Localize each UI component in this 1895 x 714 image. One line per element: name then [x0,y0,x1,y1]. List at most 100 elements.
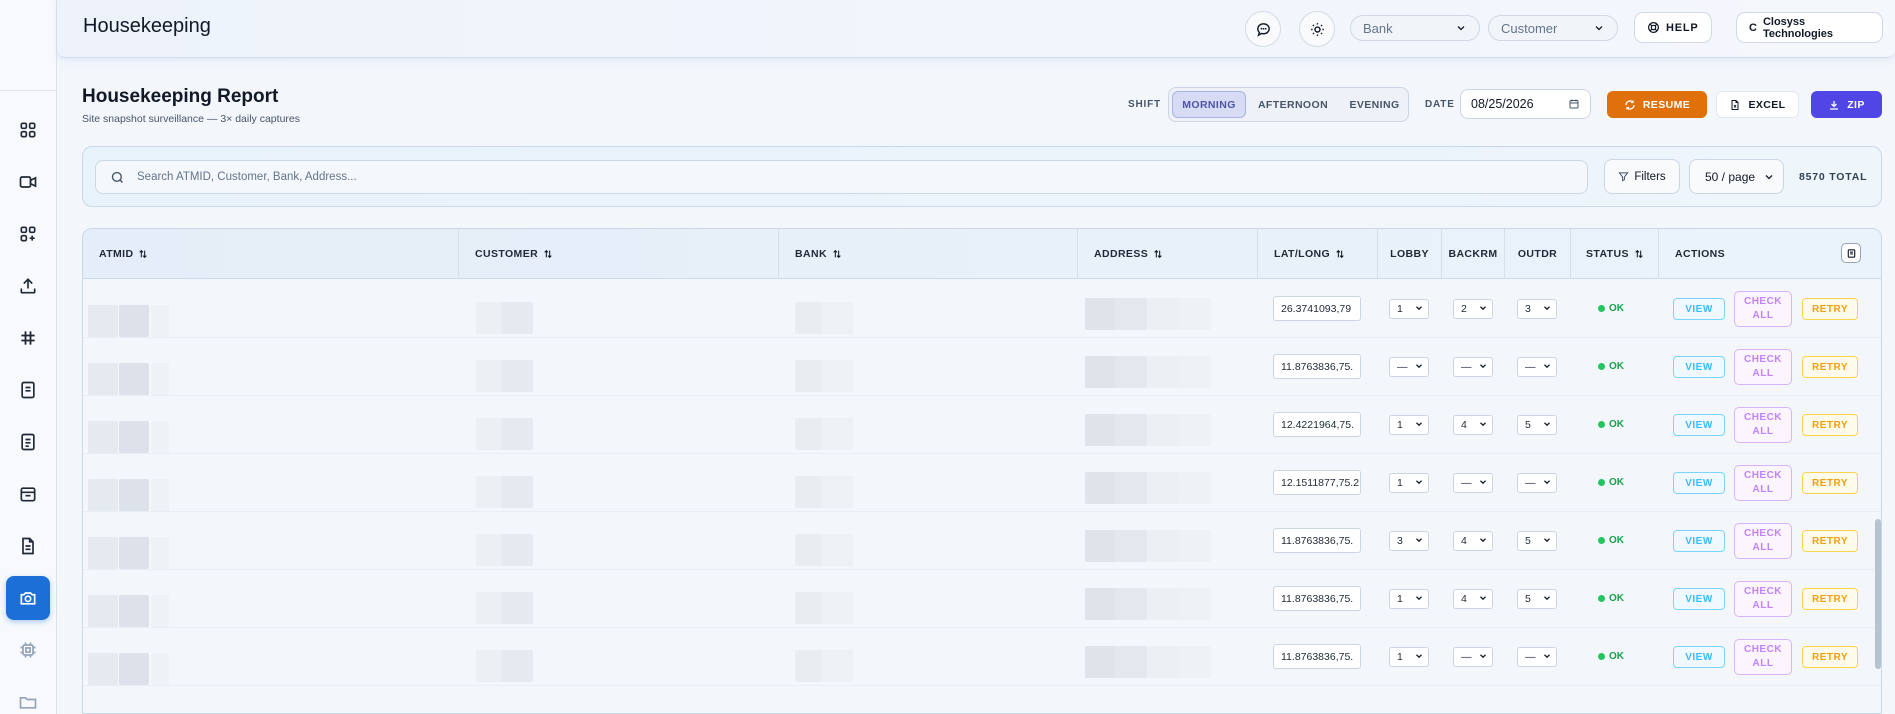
search-input[interactable] [137,171,1537,183]
shift-morning-button[interactable]: MORNING [1172,91,1246,118]
redacted-cell [88,363,118,395]
outdr-select[interactable]: 5 [1517,531,1557,551]
status-dot-icon [1598,305,1605,312]
lobby-select[interactable]: 1 [1389,647,1429,667]
help-label: HELP [1666,21,1699,34]
latlong-field[interactable]: 26.3741093,79 [1273,296,1361,321]
retry-button[interactable]: RETRY [1802,646,1858,668]
check-all-button[interactable]: CHECK ALL [1734,465,1792,501]
apps-add-icon[interactable] [6,212,50,256]
check-all-button[interactable]: CHECK ALL [1734,407,1792,443]
view-button[interactable]: VIEW [1673,472,1725,494]
latlong-field[interactable]: 12.4221964,75. [1273,412,1361,437]
latlong-field[interactable]: 11.8763836,75. [1273,586,1361,611]
redacted-cell [501,534,533,566]
col-latlong[interactable]: LAT/LONG [1258,229,1378,279]
view-button[interactable]: VIEW [1673,298,1725,320]
view-button[interactable]: VIEW [1673,530,1725,552]
backrm-select[interactable]: 2 [1453,299,1493,319]
video-icon[interactable] [6,160,50,204]
col-bank[interactable]: BANK [779,229,1078,279]
backrm-select[interactable]: — [1453,357,1493,377]
lobby-select[interactable]: 3 [1389,531,1429,551]
check-all-button[interactable]: CHECK ALL [1734,639,1792,675]
backrm-select[interactable]: 4 [1453,589,1493,609]
per-page-select[interactable]: 50 / page [1689,159,1784,194]
latlong-field[interactable]: 11.8763836,75. [1273,528,1361,553]
view-label: VIEW [1685,419,1713,431]
calendar-icon[interactable] [6,472,50,516]
col-status[interactable]: STATUS [1571,229,1659,279]
retry-button[interactable]: RETRY [1802,588,1858,610]
search-box[interactable] [95,160,1588,194]
check-all-label: CHECK ALL [1743,412,1783,437]
lobby-select[interactable]: 1 [1389,299,1429,319]
check-all-button[interactable]: CHECK ALL [1734,291,1792,327]
retry-button[interactable]: RETRY [1802,472,1858,494]
date-input[interactable]: 08/25/2026 [1460,89,1591,119]
outdr-select[interactable]: — [1517,473,1557,493]
customer-select[interactable]: Customer [1488,15,1618,41]
status-dot-icon [1598,421,1605,428]
outdr-select[interactable]: — [1517,357,1557,377]
lobby-select[interactable]: — [1389,357,1429,377]
outdr-select[interactable]: 5 [1517,415,1557,435]
lobby-select[interactable]: 1 [1389,589,1429,609]
resume-button[interactable]: RESUME [1607,91,1707,118]
redacted-cell [501,650,533,682]
backrm-select[interactable]: — [1453,647,1493,667]
backrm-select[interactable]: — [1453,473,1493,493]
zip-button[interactable]: ZIP [1811,91,1882,118]
retry-label: RETRY [1811,593,1849,605]
view-button[interactable]: VIEW [1673,588,1725,610]
lobby-select[interactable]: 1 [1389,473,1429,493]
view-button[interactable]: VIEW [1673,646,1725,668]
view-button[interactable]: VIEW [1673,356,1725,378]
bank-select[interactable]: Bank [1350,15,1480,41]
redacted-cell [501,592,533,624]
theme-sun-icon[interactable] [1299,11,1335,47]
shift-afternoon-button[interactable]: AFTERNOON [1248,91,1338,118]
camera-icon[interactable] [6,576,50,620]
filters-button[interactable]: Filters [1604,159,1680,194]
shift-evening-button[interactable]: EVENING [1340,91,1409,118]
backrm-select[interactable]: 4 [1453,531,1493,551]
outdr-select[interactable]: 3 [1517,299,1557,319]
report-alt-icon[interactable] [6,420,50,464]
col-atmid[interactable]: ATMID [83,229,459,279]
latlong-field[interactable]: 11.8763836,75. [1273,644,1361,669]
backrm-select[interactable]: 4 [1453,415,1493,435]
view-button[interactable]: VIEW [1673,414,1725,436]
retry-button[interactable]: RETRY [1802,530,1858,552]
retry-button[interactable]: RETRY [1802,414,1858,436]
retry-button[interactable]: RETRY [1802,356,1858,378]
outdr-select[interactable]: — [1517,647,1557,667]
check-all-button[interactable]: CHECK ALL [1734,523,1792,559]
check-all-button[interactable]: CHECK ALL [1734,349,1792,385]
upload-icon[interactable] [6,264,50,308]
lobby-select[interactable]: 1 [1389,415,1429,435]
status-dot-icon [1598,479,1605,486]
latlong-field[interactable]: 12.1511877,75.2 [1273,470,1361,495]
help-icon [1648,22,1659,33]
dashboard-icon[interactable] [6,108,50,152]
document-icon[interactable] [6,524,50,568]
report-icon[interactable] [6,368,50,412]
column-settings-icon[interactable] [1841,243,1861,263]
retry-button[interactable]: RETRY [1802,298,1858,320]
excel-button[interactable]: EXCEL [1716,91,1799,118]
folder-icon[interactable] [6,680,50,714]
chat-icon[interactable] [1245,11,1281,47]
table-scrollbar[interactable] [1875,519,1881,669]
col-label: LAT/LONG [1274,248,1331,260]
org-switcher[interactable]: C Closyss Technologies [1736,12,1883,43]
grid-icon[interactable] [6,316,50,360]
chip-icon[interactable] [6,628,50,672]
col-address[interactable]: ADDRESS [1078,229,1258,279]
latlong-field[interactable]: 11.8763836,75. [1273,354,1361,379]
col-customer[interactable]: CUSTOMER [459,229,779,279]
outdr-value: 3 [1525,303,1531,315]
check-all-button[interactable]: CHECK ALL [1734,581,1792,617]
help-button[interactable]: HELP [1634,12,1712,43]
outdr-select[interactable]: 5 [1517,589,1557,609]
